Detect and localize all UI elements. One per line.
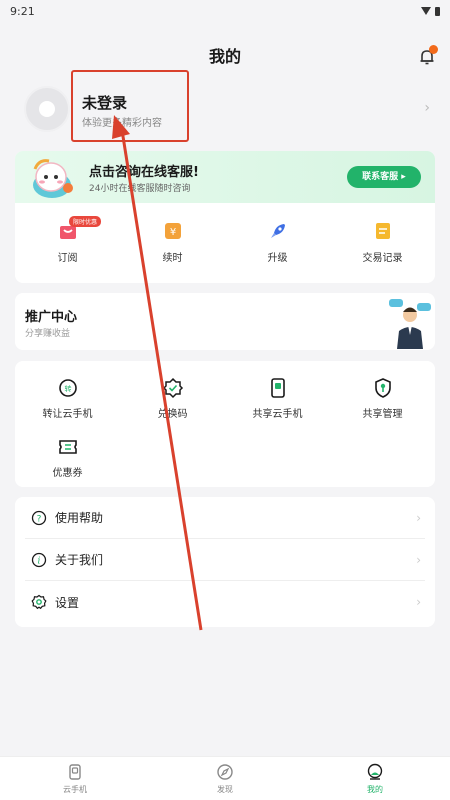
svg-text:转: 转 — [64, 384, 71, 393]
nav-label: 我的 — [367, 785, 383, 794]
bell-icon[interactable] — [418, 45, 438, 66]
record-icon — [375, 223, 390, 239]
profile-icon — [367, 763, 383, 780]
menu-label: 关于我们 — [55, 553, 104, 567]
profile-subtitle: 体验更多精彩内容 — [82, 118, 162, 129]
chevron-right-icon: › — [416, 510, 421, 525]
tool-label: 优惠券 — [52, 468, 83, 479]
menu-label: 使用帮助 — [55, 511, 104, 525]
grid-item-upgrade[interactable]: 升级 — [225, 203, 330, 283]
grid-label: 交易记录 — [362, 253, 403, 264]
service-card: 点击咨询在线客服! 24小时在线客服随时咨询 联系客服 ▸ 限时优惠 订阅 ¥ … — [15, 151, 435, 283]
promo-center-card[interactable]: 推广中心 分享赚收益 — [15, 293, 435, 350]
nav-item-profile[interactable]: 我的 — [300, 757, 450, 800]
mascot-icon — [33, 159, 73, 198]
tool-label: 转让云手机 — [42, 409, 93, 420]
rocket-icon — [270, 224, 285, 238]
settings-icon — [31, 594, 47, 610]
svg-text:i: i — [38, 556, 41, 566]
profile-row[interactable]: 未登录 体验更多精彩内容 › — [14, 82, 436, 134]
tool-share-phone[interactable]: 共享云手机 — [225, 361, 330, 420]
status-time: 9:21 — [10, 4, 35, 18]
nav-label: 发现 — [217, 785, 233, 794]
service-title: 点击咨询在线客服! — [89, 165, 199, 180]
bottom-nav: 云手机 发现 我的 — [0, 756, 450, 800]
tool-coupon[interactable]: 优惠券 — [15, 420, 120, 479]
page-title: 我的 — [208, 47, 241, 66]
grid-label: 升级 — [267, 253, 288, 264]
chevron-right-icon: › — [416, 552, 421, 567]
promo-subtitle: 分享赚收益 — [25, 329, 71, 339]
battery-icon — [435, 6, 440, 16]
coupon-icon — [58, 440, 77, 454]
chevron-right-icon: › — [416, 595, 421, 609]
menu-card: ? 使用帮助 › i 关于我们 › 设置 › — [15, 497, 435, 627]
tools-row: 优惠券 — [15, 420, 435, 479]
tool-transfer-phone[interactable]: 转 转让云手机 — [15, 361, 120, 420]
tool-label: 共享云手机 — [252, 409, 303, 420]
status-icons — [421, 6, 440, 16]
menu-item-settings[interactable]: 设置 › — [25, 581, 425, 623]
tool-redeem-code[interactable]: 兑换码 — [120, 361, 225, 420]
header: 我的 — [0, 42, 450, 72]
promo-title: 推广中心 — [25, 310, 78, 325]
share-phone-icon — [270, 378, 285, 398]
service-grid: 限时优惠 订阅 ¥ 续时 升级 交易记录 — [15, 203, 435, 283]
svg-text:?: ? — [37, 514, 42, 524]
share-manage-icon — [374, 378, 391, 398]
transfer-icon: 转 — [58, 379, 77, 397]
nav-item-cloud-phone[interactable]: 云手机 — [0, 757, 150, 800]
service-banner[interactable]: 点击咨询在线客服! 24小时在线客服随时咨询 联系客服 ▸ — [15, 151, 435, 203]
status-bar: 9:21 — [0, 0, 450, 22]
tool-label: 兑换码 — [157, 409, 188, 420]
tools-card: 转 转让云手机 兑换码 共享云手机 共享管理 优惠券 — [15, 361, 435, 487]
avatar[interactable] — [24, 86, 70, 132]
svg-text:¥: ¥ — [169, 227, 175, 238]
nav-label: 云手机 — [63, 785, 87, 794]
contact-service-button[interactable]: 联系客服 ▸ — [347, 166, 421, 188]
chevron-right-icon: › — [424, 100, 430, 116]
compass-icon — [217, 764, 233, 780]
menu-item-help[interactable]: ? 使用帮助 › — [25, 497, 425, 539]
tool-label: 共享管理 — [362, 409, 403, 420]
cloud-phone-icon — [69, 764, 81, 780]
menu-item-about[interactable]: i 关于我们 › — [25, 539, 425, 581]
grid-item-renew[interactable]: ¥ 续时 — [120, 203, 225, 283]
limited-offer-badge: 限时优惠 — [69, 216, 102, 227]
service-subtitle: 24小时在线客服随时咨询 — [89, 184, 191, 194]
grid-item-subscribe[interactable]: 限时优惠 订阅 — [15, 203, 120, 283]
info-icon: i — [31, 552, 47, 567]
redeem-icon — [162, 377, 183, 399]
renew-icon: ¥ — [164, 223, 181, 239]
tools-row: 转 转让云手机 兑换码 共享云手机 共享管理 — [15, 361, 435, 420]
promoter-illustration — [389, 299, 431, 349]
grid-label: 订阅 — [57, 253, 78, 264]
notification-dot — [429, 45, 438, 54]
grid-item-transactions[interactable]: 交易记录 — [330, 203, 435, 283]
grid-label: 续时 — [162, 253, 183, 264]
tool-share-manage[interactable]: 共享管理 — [330, 361, 435, 420]
nav-item-discover[interactable]: 发现 — [150, 757, 300, 800]
menu-label: 设置 — [55, 595, 80, 610]
login-status[interactable]: 未登录 — [82, 92, 127, 113]
help-icon: ? — [31, 510, 47, 525]
wifi-icon — [421, 7, 431, 15]
